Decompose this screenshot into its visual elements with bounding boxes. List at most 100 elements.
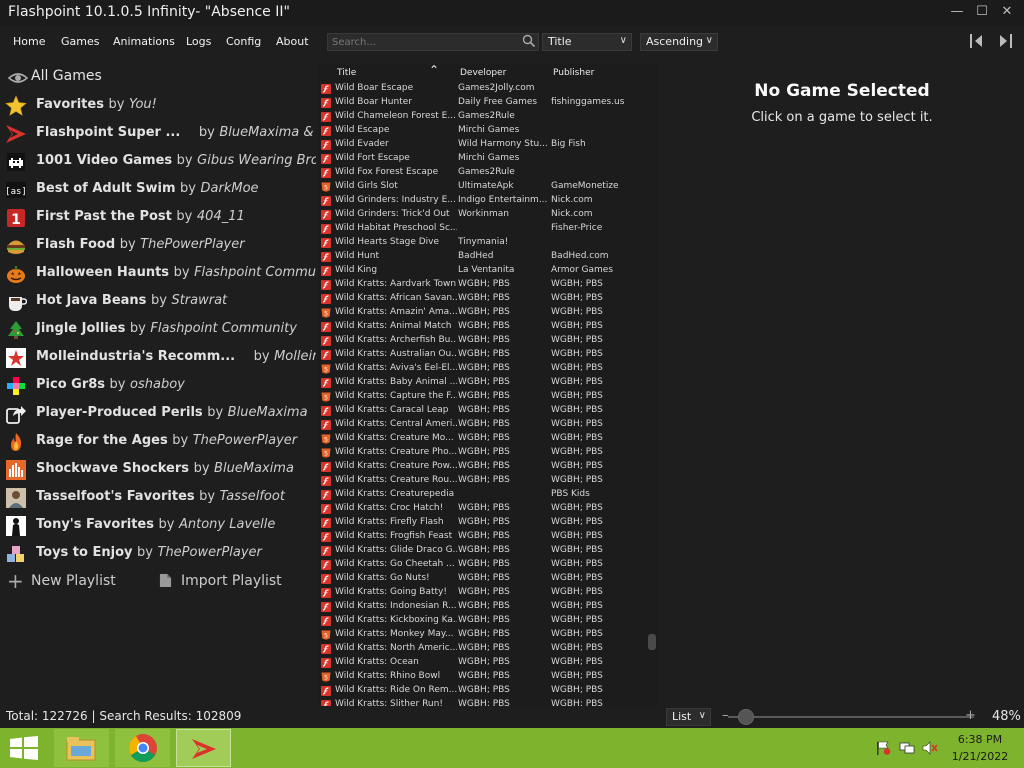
taskbar-file-explorer[interactable] (54, 729, 109, 767)
playlist-item[interactable]: Toys to Enjoy by ThePowerPlayer (0, 539, 316, 567)
playlist-item[interactable]: Flash Food by ThePowerPlayer (0, 231, 316, 259)
search-input[interactable] (327, 33, 539, 51)
game-row[interactable]: Wild Boar Escape Games2Jolly.com (318, 82, 648, 96)
game-row[interactable]: Wild Kratts: Croc Hatch! WGBH; PBS WGBH; P… (318, 502, 648, 516)
game-row[interactable]: Wild Kratts: Going Batty! WGBH; PBS WGBH; … (318, 586, 648, 600)
game-row[interactable]: Wild Chameleon Forest E... Games2Rule (318, 110, 648, 124)
game-row[interactable]: Wild Kratts: Go Cheetah ... WGBH; PBS WGBH… (318, 558, 648, 572)
playlist-item[interactable]: Hot Java Beans by Strawrat (0, 287, 316, 315)
game-row[interactable]: Wild Kratts: Kickboxing Ka... WGBH; PBS WG… (318, 614, 648, 628)
game-row[interactable]: Wild Kratts: Firefly Flash WGBH; PBS WGBH;… (318, 516, 648, 530)
game-row[interactable]: Wild King La Ventanita Armor Games (318, 264, 648, 278)
menu-animations[interactable]: Animations (113, 35, 175, 48)
game-row[interactable]: Wild Kratts: Animal Match WGBH; PBS WGBH; … (318, 320, 648, 334)
game-row[interactable]: Wild Evader Wild Harmony Stu... Big Fish (318, 138, 648, 152)
menu-home[interactable]: Home (13, 35, 45, 48)
game-row[interactable]: Wild Kratts: Glide Draco G... WGBH; PBS WG… (318, 544, 648, 558)
column-publisher[interactable]: Publisher (553, 68, 594, 78)
maximize-button[interactable]: ☐ (972, 3, 992, 21)
windows-start-icon[interactable] (10, 736, 38, 760)
game-row[interactable]: Wild Kratts: Creaturepedia PBS Kids (318, 488, 648, 502)
playlist-item[interactable]: Halloween Haunts by Flashpoint Community (0, 259, 316, 287)
network-icon[interactable] (899, 741, 915, 755)
taskbar-flashpoint[interactable] (176, 729, 231, 767)
playlist-item[interactable]: Player-Produced Perils by BlueMaxima (0, 399, 316, 427)
game-row[interactable]: 5 Wild Kratts: Capture the F... WGBH; PBS W… (318, 390, 648, 404)
scrollbar-thumb[interactable] (648, 634, 656, 650)
playlist-item[interactable]: Shockwave Shockers by BlueMaxima (0, 455, 316, 483)
column-developer[interactable]: Developer (460, 68, 506, 78)
zoom-slider[interactable] (728, 716, 974, 718)
order-by-select[interactable]: Title ∨ (542, 33, 632, 51)
game-row[interactable]: Wild Kratts: Ocean WGBH; PBS WGBH; PBS (318, 656, 648, 670)
playlist-item[interactable]: Molleindustria's Recomm... by Molleind..… (0, 343, 316, 371)
taskbar-chrome[interactable] (115, 729, 170, 767)
game-row[interactable]: Wild Kratts: Aardvark Town WGBH; PBS WGBH;… (318, 278, 648, 292)
game-row[interactable]: 5 Wild Kratts: Creature Mo... WGBH; PBS WGB… (318, 432, 648, 446)
clock-date[interactable]: 1/21/2022 (940, 750, 1020, 763)
game-row[interactable]: Wild Kratts: Creature Rou... WGBH; PBS WGB… (318, 474, 648, 488)
zoom-slider-thumb[interactable] (738, 709, 754, 725)
game-row[interactable]: Wild Kratts: African Savan... WGBH; PBS WG… (318, 292, 648, 306)
game-title: Wild Kratts: Kickboxing Ka... (335, 615, 457, 625)
order-direction-select[interactable]: Ascending ∨ (640, 33, 718, 51)
sort-ascending-icon[interactable]: ⌃ (429, 63, 439, 77)
game-row[interactable]: Wild Grinders: Industry E... Indigo Enter… (318, 194, 648, 208)
game-row[interactable]: Wild Fort Escape Mirchi Games (318, 152, 648, 166)
game-row[interactable]: Wild Grinders: Trick'd Out Workinman Nick.… (318, 208, 648, 222)
volume-muted-icon[interactable] (922, 741, 938, 755)
column-title[interactable]: Title (337, 68, 356, 78)
menu-logs[interactable]: Logs (186, 35, 211, 48)
action-center-flag-icon[interactable] (875, 741, 891, 755)
game-row[interactable]: Wild Fox Forest Escape Games2Rule (318, 166, 648, 180)
playlist-item[interactable]: 1001 Video Games by Gibus Wearing Brony (0, 147, 316, 175)
game-row[interactable]: 5 Wild Kratts: Creature Pho... WGBH; PBS WG… (318, 446, 648, 460)
playlist-item[interactable]: Flashpoint Super ... by BlueMaxima & Fla… (0, 119, 316, 147)
game-row[interactable]: 5 Wild Kratts: Monkey May... WGBH; PBS WGBH… (318, 628, 648, 642)
game-row[interactable]: Wild Kratts: Caracal Leap WGBH; PBS WGBH; … (318, 404, 648, 418)
game-row[interactable]: Wild Escape Mirchi Games (318, 124, 648, 138)
game-row[interactable]: Wild Kratts: Australian Ou... WGBH; PBS WG… (318, 348, 648, 362)
playlist-item[interactable]: [as] Best of Adult Swim by DarkMoe (0, 175, 316, 203)
search-icon[interactable] (522, 34, 536, 48)
toggle-right-sidebar-icon[interactable] (996, 32, 1014, 50)
sidebar-item-all-games[interactable]: All Games (0, 63, 316, 91)
game-row[interactable]: Wild Kratts: Creature Pow... WGBH; PBS WGB… (318, 460, 648, 474)
game-row[interactable]: 5 Wild Kratts: Aviva's Eel-El... WGBH; PBS… (318, 362, 648, 376)
playlist-item[interactable]: Rage for the Ages by ThePowerPlayer (0, 427, 316, 455)
playlist-item[interactable]: Pico Gr8s by oshaboy (0, 371, 316, 399)
playlist-item[interactable]: Tasselfoot's Favorites by Tasselfoot (0, 483, 316, 511)
playlist-item[interactable]: Jingle Jollies by Flashpoint Community (0, 315, 316, 343)
game-row[interactable]: Wild Boar Hunter Daily Free Games fishingg… (318, 96, 648, 110)
minimize-button[interactable]: — (947, 3, 967, 21)
game-row[interactable]: Wild Hunt BadHed BadHed.com (318, 250, 648, 264)
game-row[interactable]: Wild Hearts Stage Dive Tinymania! (318, 236, 648, 250)
zoom-in-icon[interactable]: + (965, 708, 976, 723)
menu-config[interactable]: Config (226, 35, 261, 48)
menu-games[interactable]: Games (61, 35, 99, 48)
playlist-item[interactable]: 1 First Past the Post by 404_11 (0, 203, 316, 231)
clock-time[interactable]: 6:38 PM (940, 733, 1020, 746)
close-button[interactable]: ✕ (997, 3, 1017, 21)
game-row[interactable]: Wild Kratts: Slither Run! WGBH; PBS WGBH; … (318, 698, 648, 706)
game-row[interactable]: Wild Kratts: Archerfish Bu... WGBH; PBS WG… (318, 334, 648, 348)
game-row[interactable]: Wild Kratts: Baby Animal ... WGBH; PBS WGB… (318, 376, 648, 390)
import-playlist-button[interactable]: Import Playlist (156, 567, 316, 595)
toggle-left-sidebar-icon[interactable] (968, 32, 986, 50)
game-list-scrollbar[interactable] (646, 83, 656, 703)
game-row[interactable]: Wild Kratts: North Americ... WGBH; PBS WGB… (318, 642, 648, 656)
game-row[interactable]: Wild Kratts: Ride On Rem... WGBH; PBS WGBH… (318, 684, 648, 698)
layout-select[interactable]: List ∨ (666, 708, 711, 726)
game-row[interactable]: 5 Wild Kratts: Rhino Bowl WGBH; PBS WGBH; P… (318, 670, 648, 684)
game-row[interactable]: 5 Wild Girls Slot UltimateApk GameMonetize (318, 180, 648, 194)
playlist-item[interactable]: Tony's Favorites by Antony Lavelle (0, 511, 316, 539)
game-row[interactable]: Wild Habitat Preschool Sc... Fisher-Price (318, 222, 648, 236)
menu-about[interactable]: About (276, 35, 309, 48)
game-row[interactable]: Wild Kratts: Go Nuts! WGBH; PBS WGBH; PBS (318, 572, 648, 586)
game-row[interactable]: 5 Wild Kratts: Amazin' Ama... WGBH; PBS WGB… (318, 306, 648, 320)
game-row[interactable]: Wild Kratts: Frogfish Feast WGBH; PBS WGBH… (318, 530, 648, 544)
playlist-item[interactable]: Favorites by You! (0, 91, 316, 119)
game-row[interactable]: Wild Kratts: Central Ameri... WGBH; PBS WG… (318, 418, 648, 432)
windows-taskbar: 6:38 PM 1/21/2022 (0, 728, 1024, 768)
game-row[interactable]: Wild Kratts: Indonesian R... WGBH; PBS WGB… (318, 600, 648, 614)
